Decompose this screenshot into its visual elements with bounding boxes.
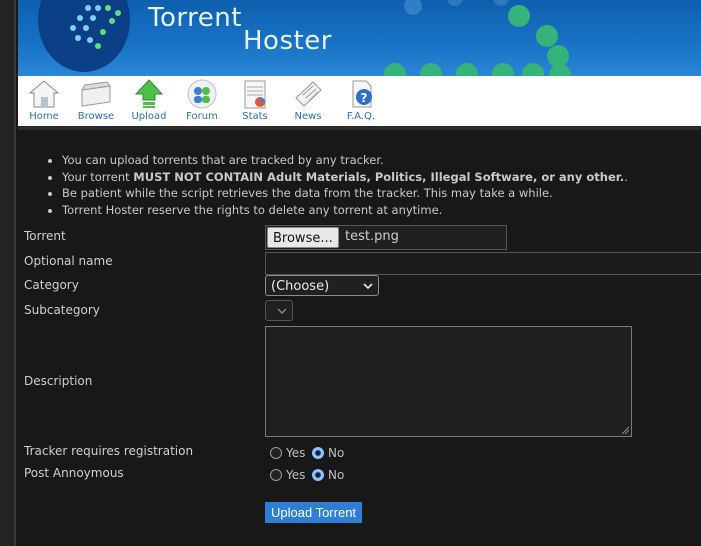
question-icon: ?: [352, 80, 372, 108]
post-anonymous-label: Post Annoymous: [24, 466, 124, 480]
torrent-label: Torrent: [24, 229, 66, 243]
optional-name-input[interactable]: [265, 252, 701, 275]
category-select[interactable]: (Choose): [265, 275, 379, 296]
nav-faq-label: F.A.Q.: [346, 111, 376, 122]
yes-label: Yes: [286, 446, 306, 460]
no-label: No: [328, 446, 345, 460]
note-item: Your torrent MUST NOT CONTAIN Adult Mate…: [62, 169, 628, 186]
tracker-reg-yes-radio[interactable]: [270, 447, 282, 459]
note-item: You can upload torrents that are tracked…: [62, 152, 628, 169]
selected-file-name: test.png: [345, 229, 399, 244]
nav-browse-label: Browse: [77, 111, 115, 122]
up-arrow-icon: [134, 79, 164, 108]
tracker-registration-label: Tracker requires registration: [24, 444, 194, 458]
nav-stats[interactable]: Stats: [229, 78, 281, 123]
nav-home[interactable]: Home: [18, 78, 70, 123]
note-text: .: [624, 169, 628, 184]
subcategory-label: Subcategory: [24, 303, 100, 317]
house-icon: [28, 80, 60, 108]
nav-separator: [18, 126, 701, 130]
yes-label: Yes: [286, 468, 306, 482]
tracker-reg-no-radio[interactable]: [312, 447, 324, 459]
nav-news[interactable]: News: [282, 78, 334, 123]
logo-mark: [70, 5, 121, 49]
page: Torrent Hoster Home Browse Upload Forum …: [16, 0, 701, 546]
no-label: No: [328, 468, 345, 482]
left-window-rail: [0, 0, 16, 546]
upload-torrent-button[interactable]: Upload Torrent: [265, 502, 363, 523]
tray-icon: [81, 81, 111, 107]
nav-upload[interactable]: Upload: [123, 78, 175, 123]
note-item: Torrent Hoster reserve the rights to del…: [62, 202, 628, 219]
brand-title-line2: Hoster: [243, 26, 332, 56]
post-anon-yes-radio[interactable]: [270, 469, 282, 481]
chevron-down-icon: [277, 308, 287, 314]
nav-stats-label: Stats: [242, 111, 268, 122]
category-selected-value: (Choose): [271, 279, 330, 294]
note-text: You can upload torrents that are tracked…: [62, 153, 384, 167]
subcategory-select[interactable]: [265, 300, 293, 321]
post-anon-no-radio[interactable]: [312, 469, 324, 481]
chevron-down-icon: [363, 283, 373, 290]
note-text: Be patient while the script retrieves th…: [62, 186, 553, 200]
nav-browse[interactable]: Browse: [70, 78, 122, 123]
chart-icon: [244, 80, 266, 109]
newspaper-icon: [295, 81, 322, 107]
brand-title-line1: Torrent: [148, 3, 242, 33]
optional-name-label: Optional name: [24, 254, 113, 268]
torrent-file-input[interactable]: Browse... test.png: [265, 225, 507, 250]
main-nav: Home Browse Upload Forum Stats News ? F.…: [18, 76, 701, 127]
people-icon: [187, 79, 217, 109]
description-textarea[interactable]: [265, 326, 632, 437]
note-item: Be patient while the script retrieves th…: [62, 185, 628, 202]
nav-news-label: News: [294, 111, 322, 122]
upload-notes: You can upload torrents that are tracked…: [48, 152, 628, 218]
nav-faq[interactable]: ? F.A.Q.: [335, 78, 387, 123]
browse-button[interactable]: Browse...: [267, 227, 339, 248]
logo: [38, 0, 130, 72]
nav-upload-label: Upload: [131, 111, 167, 122]
note-text: Your torrent: [62, 169, 134, 184]
nav-forum[interactable]: Forum: [176, 78, 228, 123]
nav-forum-label: Forum: [186, 111, 218, 122]
header-banner: Torrent Hoster: [18, 0, 701, 76]
note-text: Torrent Hoster reserve the rights to del…: [62, 202, 443, 217]
resize-handle-icon[interactable]: [621, 426, 630, 435]
svg-text:?: ?: [361, 91, 368, 105]
description-label: Description: [24, 374, 93, 388]
note-warning: MUST NOT CONTAIN Adult Materials, Politi…: [133, 169, 625, 184]
nav-home-label: Home: [29, 111, 59, 122]
category-label: Category: [24, 278, 79, 292]
